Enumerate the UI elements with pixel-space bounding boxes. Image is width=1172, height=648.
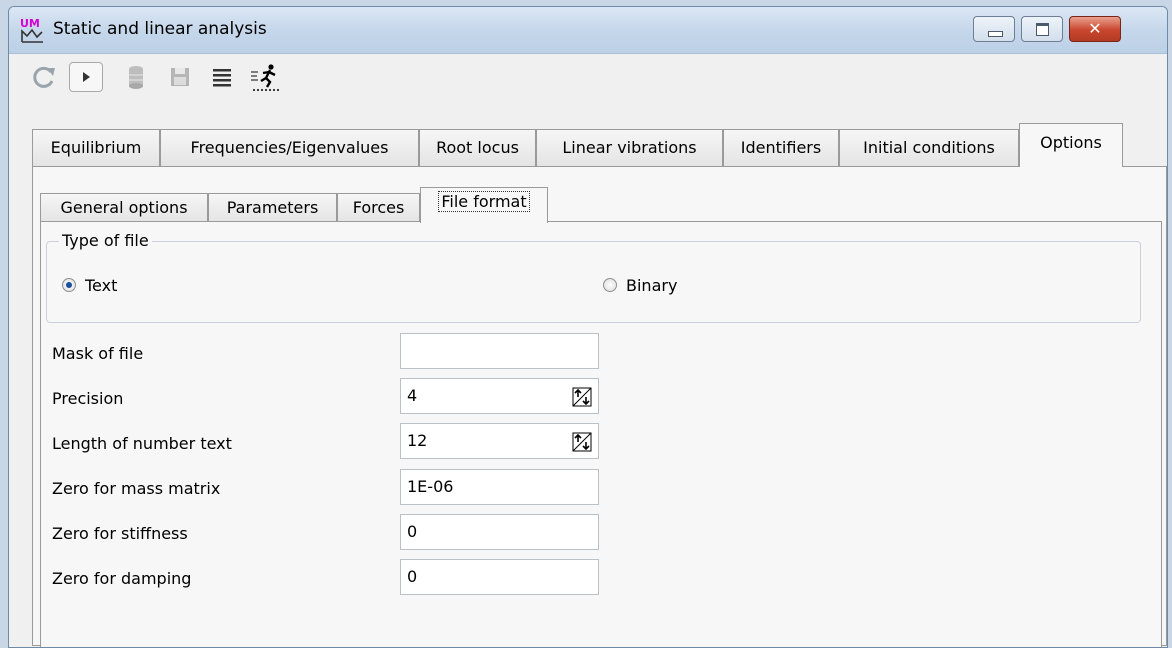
length-of-number-text-value: 12 bbox=[407, 431, 428, 450]
svg-text:UM: UM bbox=[20, 17, 40, 30]
title-bar[interactable]: UM Static and linear analysis ✕ bbox=[9, 7, 1167, 54]
tab-equilibrium[interactable]: Equilibrium bbox=[32, 129, 160, 166]
maximize-icon bbox=[1036, 23, 1049, 36]
tab-identifiers[interactable]: Identifiers bbox=[723, 129, 839, 166]
zero-for-stiffness-label: Zero for stiffness bbox=[52, 524, 188, 543]
text-radio[interactable] bbox=[62, 278, 76, 292]
options-panel: General options Parameters Forces File f… bbox=[32, 166, 1167, 647]
minimize-icon bbox=[988, 31, 1003, 37]
type-of-file-group: Type of file Text Binary bbox=[46, 231, 1141, 323]
zero-for-damping-label: Zero for damping bbox=[52, 569, 192, 588]
tab-root-locus[interactable]: Root locus bbox=[419, 129, 536, 166]
app-icon: UM bbox=[20, 17, 43, 43]
binary-radio-label[interactable]: Binary bbox=[626, 276, 677, 295]
zero-for-damping-input[interactable]: 0 bbox=[400, 559, 599, 595]
tab-initial-conditions[interactable]: Initial conditions bbox=[839, 129, 1019, 166]
close-icon: ✕ bbox=[1088, 19, 1102, 38]
maximize-button[interactable] bbox=[1021, 16, 1063, 42]
file-format-panel: Type of file Text Binary Mask of file Pr… bbox=[40, 221, 1162, 647]
window-title: Static and linear analysis bbox=[53, 19, 267, 39]
precision-input[interactable]: 4 bbox=[400, 378, 599, 414]
tab-forces[interactable]: Forces bbox=[337, 193, 420, 222]
tab-general-options[interactable]: General options bbox=[40, 193, 208, 222]
zero-for-mass-matrix-label: Zero for mass matrix bbox=[52, 479, 221, 498]
run-button[interactable] bbox=[69, 62, 103, 92]
tab-parameters[interactable]: Parameters bbox=[208, 193, 337, 222]
zero-for-mass-matrix-input[interactable]: 1E-06 bbox=[400, 469, 599, 505]
save-icon[interactable] bbox=[165, 62, 195, 92]
refresh-icon[interactable] bbox=[29, 62, 59, 92]
zero-for-stiffness-input[interactable]: 0 bbox=[400, 514, 599, 550]
tab-linear-vibrations[interactable]: Linear vibrations bbox=[536, 129, 723, 166]
length-of-number-text-input[interactable]: 12 bbox=[400, 423, 599, 459]
tab-frequencies-eigenvalues[interactable]: Frequencies/Eigenvalues bbox=[160, 129, 419, 166]
group-title: Type of file bbox=[59, 231, 152, 250]
text-radio-label[interactable]: Text bbox=[85, 276, 117, 295]
run-icon bbox=[83, 72, 90, 82]
spinner-icon[interactable] bbox=[572, 387, 592, 407]
mask-of-file-label: Mask of file bbox=[52, 344, 144, 363]
toolbar bbox=[9, 54, 1167, 106]
precision-label: Precision bbox=[52, 389, 124, 408]
analysis-window: UM Static and linear analysis ✕ Equilibr… bbox=[8, 6, 1168, 648]
list-icon[interactable] bbox=[207, 62, 237, 92]
spinner-icon[interactable] bbox=[572, 432, 592, 452]
minimize-button[interactable] bbox=[973, 16, 1015, 42]
mask-of-file-input[interactable] bbox=[400, 333, 599, 369]
length-of-number-text-label: Length of number text bbox=[52, 434, 232, 453]
binary-radio[interactable] bbox=[603, 278, 617, 292]
database-icon[interactable] bbox=[121, 62, 151, 92]
tab-file-format[interactable]: File format bbox=[420, 187, 548, 223]
running-man-icon[interactable] bbox=[249, 62, 285, 92]
tab-file-format-label: File format bbox=[438, 191, 530, 212]
precision-value: 4 bbox=[407, 386, 418, 405]
close-button[interactable]: ✕ bbox=[1069, 16, 1121, 42]
tab-options[interactable]: Options bbox=[1019, 123, 1123, 167]
